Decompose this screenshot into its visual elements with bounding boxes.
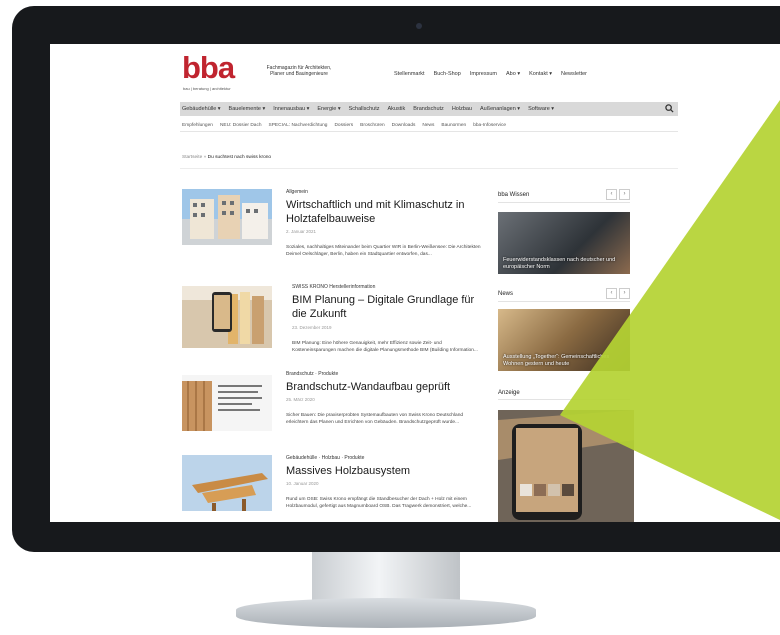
article-excerpt: BIM Planung: Eine höhere Genauigkeit, me… bbox=[292, 341, 478, 353]
mainnav-bauelemente[interactable]: Bauelemente ▾ bbox=[229, 106, 266, 112]
article-category[interactable]: Gebäudehülle · Holzbau · Produkte bbox=[286, 455, 364, 461]
subnav-dossiers[interactable]: Dossiers bbox=[334, 123, 353, 128]
news-card-caption[interactable]: Ausstellung „Together“: Gemeinschaftlich… bbox=[503, 354, 621, 368]
breadcrumb-home[interactable]: Startseite bbox=[182, 155, 202, 160]
mainnav-holzbau[interactable]: Holzbau bbox=[452, 106, 472, 112]
breadcrumb-separator: » bbox=[203, 155, 207, 160]
main-navigation: Gebäudehülle ▾ Bauelemente ▾ Innenausbau… bbox=[180, 102, 678, 116]
wissen-card[interactable]: Feuerwiderstandsklassen nach deutscher u… bbox=[498, 212, 630, 274]
topnav-kontakt[interactable]: Kontakt ▾ bbox=[529, 71, 552, 77]
news-carousel-controls: ‹ › bbox=[606, 288, 630, 299]
divider bbox=[498, 202, 630, 203]
prev-arrow-icon[interactable]: ‹ bbox=[606, 288, 617, 299]
site-logo[interactable]: bba bbox=[182, 52, 235, 84]
article-title[interactable]: BIM Planung – Digitale Grundlage für die… bbox=[292, 293, 484, 321]
article-item: Gebäudehülle · Holzbau · Produkte Massiv… bbox=[182, 455, 486, 522]
monitor-screen: bba bau | beratung | architektur Fachmag… bbox=[50, 44, 780, 522]
wissen-card-caption[interactable]: Feuerwiderstandsklassen nach deutscher u… bbox=[503, 257, 621, 271]
article-thumbnail[interactable] bbox=[182, 375, 272, 431]
site-header: bba bau | beratung | architektur Fachmag… bbox=[180, 44, 678, 96]
next-arrow-icon[interactable]: › bbox=[619, 189, 630, 200]
secondary-navigation: Empfehlungen NEU: Dossier Dach SPECIAL: … bbox=[180, 120, 678, 132]
topnav-newsletter[interactable]: Newsletter bbox=[561, 71, 587, 77]
next-arrow-icon[interactable]: › bbox=[619, 288, 630, 299]
subnav-news[interactable]: News bbox=[422, 123, 434, 128]
site-tagline: Fachmagazin für Architekten, Planer und … bbox=[266, 65, 332, 77]
top-navigation: Stellenmarkt Buch-Shop Impressum Abo ▾ K… bbox=[394, 71, 587, 77]
article-date: 23. Dezember 2019 bbox=[292, 325, 332, 330]
article-thumbnail[interactable] bbox=[182, 455, 272, 511]
monitor-stand-base bbox=[236, 598, 536, 628]
sidebar-ad-title: Anzeige bbox=[498, 390, 520, 396]
mainnav-software[interactable]: Software ▾ bbox=[528, 106, 554, 112]
breadcrumb-current: Du suchtest nach swiss krono bbox=[207, 155, 272, 160]
article-category[interactable]: Allgemein bbox=[286, 189, 308, 195]
article-category[interactable]: Brandschutz · Produkte bbox=[286, 371, 338, 377]
article-category[interactable]: SWISS KRONO Herstellerinformation bbox=[292, 284, 375, 290]
mainnav-gebaeudehuelle[interactable]: Gebäudehülle ▾ bbox=[182, 106, 221, 112]
topnav-buch-shop[interactable]: Buch-Shop bbox=[434, 71, 461, 77]
article-thumbnail[interactable] bbox=[182, 286, 272, 348]
subnav-broschueren[interactable]: Broschüren bbox=[360, 123, 385, 128]
subnav-infoservice[interactable]: bba-Infoservice bbox=[473, 123, 506, 128]
breadcrumb: Startseite » Du suchtest nach swiss kron… bbox=[182, 155, 271, 160]
topnav-stellenmarkt[interactable]: Stellenmarkt bbox=[394, 71, 425, 77]
article-title[interactable]: Wirtschaftlich und mit Klimaschutz in Ho… bbox=[286, 198, 482, 226]
subnav-baunormen[interactable]: Baunormen bbox=[441, 123, 466, 128]
article-date: 25. März 2020 bbox=[286, 397, 315, 402]
mainnav-brandschutz[interactable]: Brandschutz bbox=[413, 106, 444, 112]
webcam-icon bbox=[416, 23, 422, 29]
article-excerpt: Sicher Bauen: Die praxiserprobten System… bbox=[286, 413, 464, 425]
mainnav-innenausbau[interactable]: Innenausbau ▾ bbox=[273, 106, 309, 112]
mainnav-akustik[interactable]: Akustik bbox=[388, 106, 406, 112]
subnav-empfehlungen[interactable]: Empfehlungen bbox=[182, 123, 213, 128]
subnav-dossier-dach[interactable]: NEU: Dossier Dach bbox=[220, 123, 262, 128]
search-icon[interactable] bbox=[665, 104, 674, 113]
news-card[interactable]: Ausstellung „Together“: Gemeinschaftlich… bbox=[498, 309, 630, 371]
subnav-downloads[interactable]: Downloads bbox=[392, 123, 416, 128]
article-item: Allgemein Wirtschaftlich und mit Klimasc… bbox=[182, 189, 486, 279]
mainnav-aussenanlagen[interactable]: Außenanlagen ▾ bbox=[480, 106, 520, 112]
topnav-impressum[interactable]: Impressum bbox=[470, 71, 497, 77]
article-title[interactable]: Brandschutz-Wandaufbau geprüft bbox=[286, 380, 482, 394]
article-item: SWISS KRONO Herstellerinformation BIM Pl… bbox=[182, 284, 486, 374]
logo-subtitle: bau | beratung | architektur bbox=[183, 86, 231, 91]
prev-arrow-icon[interactable]: ‹ bbox=[606, 189, 617, 200]
sidebar-wissen-title: bba Wissen bbox=[498, 192, 530, 198]
article-thumbnail[interactable] bbox=[182, 189, 272, 245]
monitor-frame: bba bau | beratung | architektur Fachmag… bbox=[12, 6, 780, 552]
wissen-carousel-controls: ‹ › bbox=[606, 189, 630, 200]
article-date: 2. Januar 2021 bbox=[286, 229, 317, 234]
sidebar-news-title: News bbox=[498, 291, 514, 297]
article-date: 10. Januar 2020 bbox=[286, 481, 319, 486]
topnav-abo[interactable]: Abo ▾ bbox=[506, 71, 520, 77]
mainnav-schallschutz[interactable]: Schallschutz bbox=[349, 106, 380, 112]
subnav-nachverdichtung[interactable]: SPECIAL: Nachverdichtung bbox=[269, 123, 328, 128]
article-item: Brandschutz · Produkte Brandschutz-Wanda… bbox=[182, 371, 486, 461]
article-excerpt: Rund um OSB: Swiss Krono empfängt die St… bbox=[286, 497, 472, 509]
article-title[interactable]: Massives Holzbausystem bbox=[286, 464, 482, 478]
advertisement-image[interactable] bbox=[498, 410, 634, 522]
divider bbox=[498, 301, 630, 302]
ad-phone-graphic bbox=[498, 410, 634, 522]
divider bbox=[180, 168, 678, 169]
divider bbox=[498, 399, 630, 400]
article-excerpt: Soziales, nachhaltiges Miteinander beim … bbox=[286, 245, 481, 257]
mainnav-energie[interactable]: Energie ▾ bbox=[317, 106, 340, 112]
